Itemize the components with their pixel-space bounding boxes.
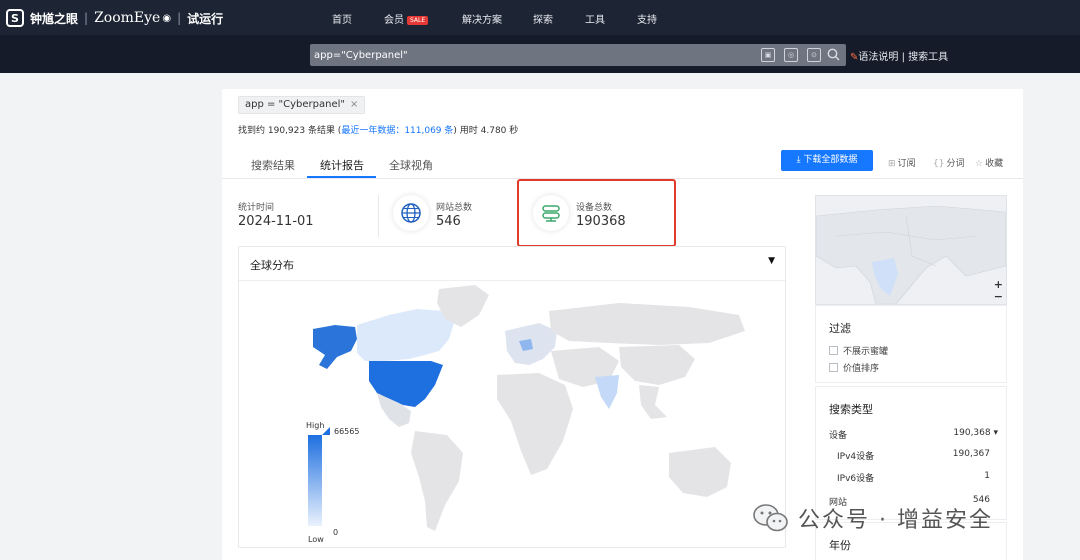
download-all-button[interactable]: ⤓ 下载全部数据	[781, 150, 873, 171]
sale-badge: SALE	[407, 16, 429, 25]
stat-sites-value: 546	[436, 214, 461, 229]
globe-icon	[393, 195, 429, 231]
watermark: 公众号 · 增益安全	[752, 498, 993, 538]
favorite-button[interactable]: ☆ 收藏	[975, 156, 1003, 169]
legend-handle-icon[interactable]	[322, 427, 330, 435]
map-region-canada	[357, 309, 454, 361]
hide-honeypot-checkbox[interactable]: 不展示蜜罐	[829, 344, 888, 357]
brand-trial: 试运行	[187, 11, 224, 26]
map-title: 全球分布	[250, 259, 294, 272]
eye-icon: ◉	[162, 12, 172, 24]
map-region-australia	[669, 447, 731, 497]
type-ipv6-label[interactable]: IPv6设备	[837, 471, 874, 484]
value-sort-checkbox[interactable]: 价值排序	[829, 361, 879, 374]
type-device-value[interactable]: 190,368 ▾	[953, 428, 998, 438]
stat-sites-label: 网站总数	[436, 203, 473, 213]
segment-button[interactable]: {} 分词	[933, 156, 964, 169]
nav-solutions[interactable]: 解决方案	[462, 11, 502, 26]
subscribe-button[interactable]: ⊞ 订阅	[888, 156, 916, 169]
legend-max-value: 66565	[334, 427, 360, 436]
nav-explore[interactable]: 探索	[533, 11, 553, 26]
search-input[interactable]	[314, 44, 754, 66]
caret-down-icon[interactable]: ▼	[768, 256, 775, 266]
stat-time-label: 统计时间	[238, 203, 275, 213]
subscribe-icon: ⊞	[888, 159, 896, 169]
map-region-alaska	[313, 325, 357, 369]
syntax-help-link[interactable]: 语法说明	[858, 52, 898, 63]
type-ipv4-label[interactable]: IPv4设备	[837, 449, 874, 462]
tab-global-view[interactable]: 全球视角	[389, 157, 433, 173]
search-box: ▣ ◎ ⊙	[310, 44, 846, 66]
map-region-south-america	[411, 431, 463, 531]
query-chip[interactable]: app = "Cyberpanel" ×	[238, 96, 366, 114]
nav-support[interactable]: 支持	[637, 11, 657, 26]
star-icon: ☆	[975, 159, 984, 169]
legend-low-label: Low	[308, 535, 324, 544]
close-icon[interactable]: ×	[350, 99, 358, 110]
year-title: 年份	[829, 539, 851, 552]
map-region-india	[595, 375, 619, 409]
highlight-box	[517, 179, 676, 247]
minimap-land	[816, 205, 1006, 304]
brand-product: ZoomEye	[94, 10, 161, 26]
brand-name: 钟馗之眼	[30, 11, 79, 26]
filter-title: 过滤	[829, 322, 851, 335]
type-ipv4-value: 190,367	[952, 449, 990, 459]
nav-home[interactable]: 首页	[332, 11, 352, 26]
search-tools-link[interactable]: 搜索工具	[908, 52, 948, 63]
region-search-icon[interactable]: ⊙	[807, 48, 821, 62]
map-region-africa	[497, 373, 573, 475]
search-icon[interactable]	[826, 48, 840, 62]
wechat-logo-icon	[752, 502, 790, 534]
stat-time-value: 2024-11-01	[238, 214, 314, 229]
filter-section: 过滤 不展示蜜罐 价值排序	[815, 305, 1007, 383]
map-region-southeast-asia	[639, 385, 667, 419]
mini-map-graphic	[816, 205, 1006, 304]
zoom-out-button[interactable]: −	[994, 290, 1003, 303]
legend-gradient[interactable]	[308, 435, 322, 526]
results-panel: app = "Cyberpanel" × 找到约 190,923 条结果 (最近一…	[222, 89, 1023, 560]
segment-icon: {}	[933, 159, 945, 169]
legend-min-value: 0	[333, 528, 339, 537]
map-region-russia	[549, 303, 745, 345]
syntax-links: ✎语法说明 | 搜索工具	[850, 52, 949, 63]
scan-icon[interactable]: ◎	[784, 48, 798, 62]
zoomeye-logo-icon: S	[6, 9, 24, 27]
watermark-text: 公众号 · 增益安全	[798, 508, 993, 533]
mini-map[interactable]: + −	[815, 195, 1007, 305]
global-distribution-card: 全球分布 ▼ High 66565 0 Low	[238, 246, 786, 548]
map-region-china	[619, 345, 695, 385]
type-ipv6-value: 1	[984, 471, 990, 481]
nav-tools[interactable]: 工具	[585, 11, 605, 26]
recent-year-count[interactable]: 最近一年数据：111,069 条	[341, 126, 453, 136]
nav-membership[interactable]: 会员 SALE	[384, 11, 429, 26]
tab-statistics-report[interactable]: 统计报告	[320, 157, 364, 173]
type-device-label[interactable]: 设备	[829, 428, 847, 441]
result-summary: 找到约 190,923 条结果 (最近一年数据：111,069 条) 用时 4.…	[238, 126, 519, 136]
brand[interactable]: S 钟馗之眼 | ZoomEye ◉ | 试运行	[6, 8, 223, 28]
image-search-icon[interactable]: ▣	[761, 48, 775, 62]
tab-search-results[interactable]: 搜索结果	[251, 157, 295, 173]
top-navbar: S 钟馗之眼 | ZoomEye ◉ | 试运行 首页 会员 SALE 解决方案 …	[0, 0, 1080, 35]
search-type-title: 搜索类型	[829, 403, 873, 416]
